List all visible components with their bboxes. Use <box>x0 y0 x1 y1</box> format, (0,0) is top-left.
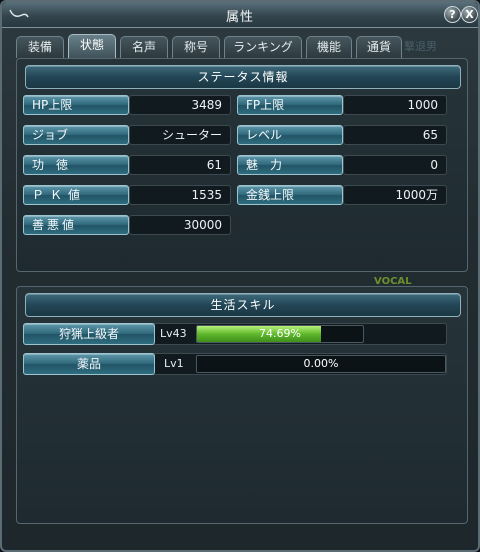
tab-title[interactable]: 称号 <box>172 36 220 58</box>
stat-value: 1000 <box>343 95 447 115</box>
status-panel: ステータス情報 HP上限 3489 FP上限 1000 ジョブ シューター レベ… <box>16 58 468 272</box>
skill-name: 薬品 <box>23 353 155 375</box>
tab-currency[interactable]: 通貨 <box>356 36 402 58</box>
skill-progress-bar: 0.00% <box>196 355 446 373</box>
stat-merit: 功徳 61 <box>23 155 231 175</box>
tab-bar: 装備 状態 名声 称号 ランキング 機能 通貨 <box>16 34 466 58</box>
stat-label: 金銭上限 <box>237 185 343 205</box>
skill-progress-text: 74.69% <box>259 327 301 340</box>
stat-label: FP上限 <box>237 95 343 115</box>
stat-label: 功徳 <box>23 155 129 175</box>
life-skills-header: 生活スキル <box>25 293 461 317</box>
help-button[interactable]: ? <box>444 6 461 23</box>
stat-job: ジョブ シューター <box>23 125 231 145</box>
stat-label: ＰＫ値 <box>23 185 129 205</box>
stat-value: 65 <box>343 125 447 145</box>
stat-pk: ＰＫ値 1535 <box>23 185 231 205</box>
stat-value: 1535 <box>129 185 231 205</box>
attribute-window: 属性 ? X 装備 状態 名声 称号 ランキング 機能 通貨 撃退男 ステータス… <box>0 0 480 552</box>
tab-ranking[interactable]: ランキング <box>224 36 302 58</box>
stat-label: レベル <box>237 125 343 145</box>
stat-value: シューター <box>129 125 231 145</box>
stat-value: 3489 <box>129 95 231 115</box>
window-title: 属性 <box>225 10 254 25</box>
stat-value: 30000 <box>129 215 231 235</box>
skill-progress-text: 0.00% <box>303 357 339 370</box>
tab-status[interactable]: 状態 <box>68 34 116 58</box>
stat-value: 61 <box>129 155 231 175</box>
stat-label: 善悪値 <box>23 215 129 235</box>
stat-value: 1000万 <box>343 185 447 205</box>
skill-row: 狩猟上級者 Lv43 74.69% <box>23 323 447 345</box>
stat-label: 魅力 <box>237 155 343 175</box>
stat-level: レベル 65 <box>237 125 447 145</box>
stat-value: 0 <box>343 155 447 175</box>
stat-karma: 善悪値 30000 <box>23 215 231 235</box>
stat-label: HP上限 <box>23 95 129 115</box>
tab-functions[interactable]: 機能 <box>306 36 352 58</box>
life-skills-panel: 生活スキル 狩猟上級者 Lv43 74.69% 薬品 Lv1 0.00% <box>16 286 468 524</box>
stat-hp: HP上限 3489 <box>23 95 231 115</box>
stat-money-cap: 金銭上限 1000万 <box>237 185 447 205</box>
skill-progress-bar: 74.69% <box>196 325 364 343</box>
stat-charm: 魅力 0 <box>237 155 447 175</box>
close-button[interactable]: X <box>461 6 478 23</box>
skill-row: 薬品 Lv1 0.00% <box>23 353 447 375</box>
status-header: ステータス情報 <box>25 65 461 89</box>
tab-equipment[interactable]: 装備 <box>16 36 64 58</box>
skill-name: 狩猟上級者 <box>23 323 155 345</box>
stat-label: ジョブ <box>23 125 129 145</box>
skill-level: Lv43 <box>160 327 187 340</box>
tab-fame[interactable]: 名声 <box>120 36 168 58</box>
background-text: 撃退男 <box>404 40 437 53</box>
stat-fp: FP上限 1000 <box>237 95 447 115</box>
title-bar[interactable]: 属性 ? X <box>2 2 478 28</box>
